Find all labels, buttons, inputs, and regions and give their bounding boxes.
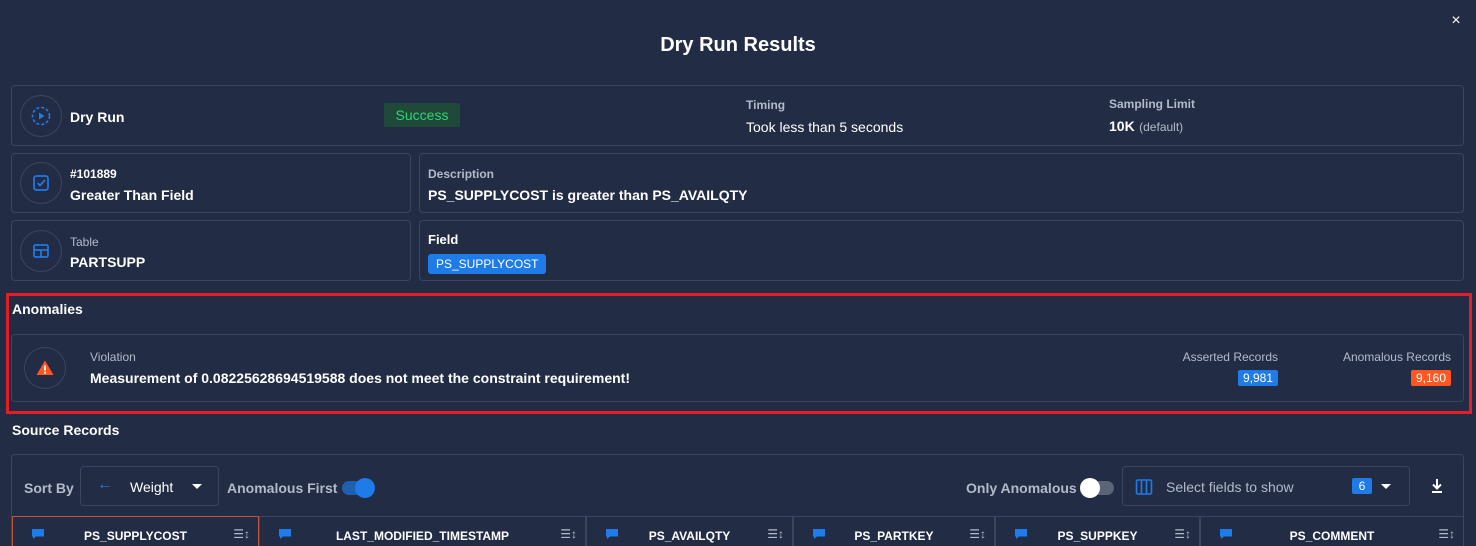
source-records-title: Source Records — [12, 422, 120, 438]
description-card: Description PS_SUPPLYCOST is greater tha… — [419, 153, 1464, 213]
sort-icon[interactable]: ☰↕ — [233, 527, 250, 541]
modal-title: Dry Run Results — [660, 34, 816, 56]
columns-icon — [1135, 479, 1153, 495]
column-header-label: PS_PARTKEY — [854, 529, 934, 543]
violation-card: Violation Measurement of 0.0822562869451… — [11, 334, 1464, 402]
field-label: Field — [428, 232, 459, 247]
sampling-limit-suffix: (default) — [1139, 120, 1184, 134]
column-header-ps-supplycost[interactable]: PS_SUPPLYCOST ☰↕ — [12, 516, 259, 546]
violation-label: Violation — [90, 350, 136, 364]
dry-run-card: Dry Run Success Timing Took less than 5 … — [11, 85, 1464, 146]
toggle-knob — [355, 478, 375, 498]
sort-icon[interactable]: ☰↕ — [560, 527, 577, 541]
anomalous-records-count: 9,160 — [1410, 370, 1451, 386]
chevron-down-icon — [1381, 484, 1391, 489]
column-header-label: PS_SUPPKEY — [1057, 529, 1138, 543]
table-icon — [20, 229, 62, 272]
column-header-label: LAST_MODIFIED_TIMESTAMP — [335, 529, 510, 543]
sort-icon[interactable]: ☰↕ — [1174, 527, 1191, 541]
close-icon[interactable]: × — [1448, 12, 1464, 30]
description-text: PS_SUPPLYCOST is greater than PS_AVAILQT… — [428, 187, 748, 203]
only-anomalous-label: Only Anomalous — [966, 480, 1077, 496]
field-card: Field PS_SUPPLYCOST — [419, 220, 1464, 281]
anomalous-first-toggle[interactable] — [342, 478, 375, 498]
download-icon[interactable] — [1428, 476, 1446, 496]
column-header-ps-suppkey[interactable]: PS_SUPPKEY ☰↕ — [995, 516, 1200, 546]
select-fields-dropdown[interactable]: Select fields to show 6 — [1122, 466, 1410, 506]
table-card: Table PARTSUPP — [11, 220, 411, 281]
play-circle-icon — [20, 94, 62, 137]
asserted-records-label: Asserted Records — [1182, 350, 1278, 364]
status-badge: Success — [384, 103, 460, 127]
column-header-ps-comment[interactable]: PS_COMMENT ☰↕ — [1200, 516, 1464, 546]
sampling-limit-number: 10K — [1109, 118, 1135, 134]
check-id: #101889 — [70, 167, 117, 181]
sampling-limit-value: 10K (default) — [1109, 118, 1183, 136]
sort-icon[interactable]: ☰↕ — [767, 527, 784, 541]
anomalous-first-label: Anomalous First — [227, 480, 338, 496]
sort-by-label: Sort By — [24, 480, 74, 496]
warning-icon — [24, 347, 66, 389]
table-label: Table — [70, 235, 99, 249]
fields-count-badge: 6 — [1352, 478, 1372, 494]
check-card: #101889 Greater Than Field — [11, 153, 411, 213]
sort-icon[interactable]: ☰↕ — [969, 527, 986, 541]
anomalies-title: Anomalies — [12, 301, 83, 317]
arrow-left-icon: ← — [97, 476, 113, 493]
anomalous-records-label: Anomalous Records — [1342, 350, 1451, 364]
sort-by-select[interactable]: ← Weight — [80, 466, 219, 506]
chevron-down-icon — [192, 484, 202, 489]
description-label: Description — [428, 167, 495, 181]
timing-label: Timing — [746, 98, 786, 112]
column-header-label: PS_COMMENT — [1289, 529, 1375, 543]
only-anomalous-toggle[interactable] — [1080, 478, 1114, 498]
column-header-label: PS_AVAILQTY — [648, 529, 731, 543]
dry-run-label: Dry Run — [70, 109, 125, 125]
table-name: PARTSUPP — [70, 254, 146, 270]
column-header-label: PS_SUPPLYCOST — [84, 529, 187, 543]
toggle-knob — [1080, 478, 1100, 498]
column-header-last-modified-timestamp[interactable]: LAST_MODIFIED_TIMESTAMP ☰↕ — [259, 516, 586, 546]
checkbox-edit-icon — [20, 162, 62, 204]
sort-icon[interactable]: ☰↕ — [1438, 527, 1455, 541]
column-header-ps-availqty[interactable]: PS_AVAILQTY ☰↕ — [586, 516, 793, 546]
timing-value: Took less than 5 seconds — [746, 119, 904, 135]
sampling-limit-label: Sampling Limit — [1109, 97, 1196, 111]
column-header-ps-partkey[interactable]: PS_PARTKEY ☰↕ — [793, 516, 995, 546]
violation-text: Measurement of 0.08225628694519588 does … — [90, 370, 630, 386]
asserted-records-count: 9,981 — [1237, 370, 1278, 386]
check-name: Greater Than Field — [70, 187, 194, 203]
field-badge: PS_SUPPLYCOST — [428, 254, 547, 274]
select-fields-placeholder: Select fields to show — [1166, 479, 1294, 495]
sort-by-value: Weight — [130, 479, 174, 495]
